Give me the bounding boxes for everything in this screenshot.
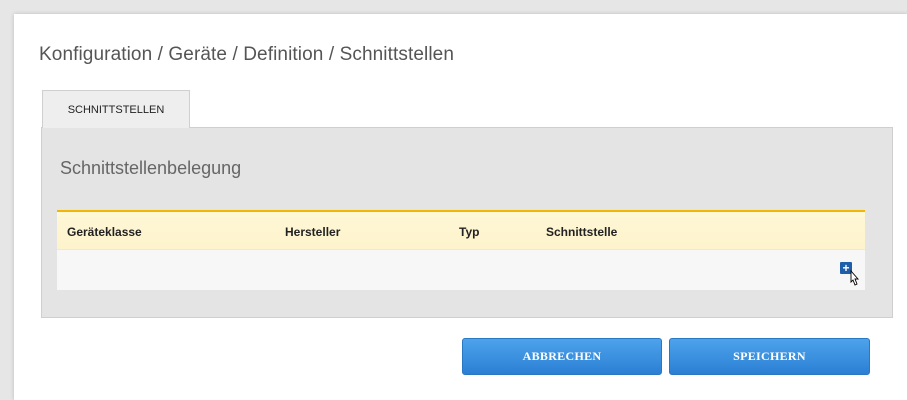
interface-table: Geräteklasse Hersteller Typ Schnittstell… bbox=[57, 210, 865, 290]
column-header-schnittstelle[interactable]: Schnittstelle bbox=[546, 225, 617, 239]
column-header-typ[interactable]: Typ bbox=[459, 225, 479, 239]
breadcrumb: Konfiguration / Geräte / Definition / Sc… bbox=[39, 44, 454, 65]
tab-panel: Schnittstellenbelegung Geräteklasse Hers… bbox=[41, 127, 893, 318]
table-row: + bbox=[57, 249, 865, 290]
cancel-button[interactable]: ABBRECHEN bbox=[462, 338, 662, 375]
content-card: Konfiguration / Geräte / Definition / Sc… bbox=[14, 14, 907, 400]
column-header-hersteller[interactable]: Hersteller bbox=[285, 225, 340, 239]
table-header: Geräteklasse Hersteller Typ Schnittstell… bbox=[57, 212, 865, 249]
cursor-icon bbox=[850, 270, 859, 286]
column-header-geraeteklasse[interactable]: Geräteklasse bbox=[67, 225, 142, 239]
section-title: Schnittstellenbelegung bbox=[60, 158, 242, 178]
save-button[interactable]: SPEICHERN bbox=[669, 338, 870, 375]
tab-schnittstellen[interactable]: SCHNITTSTELLEN bbox=[42, 90, 190, 128]
